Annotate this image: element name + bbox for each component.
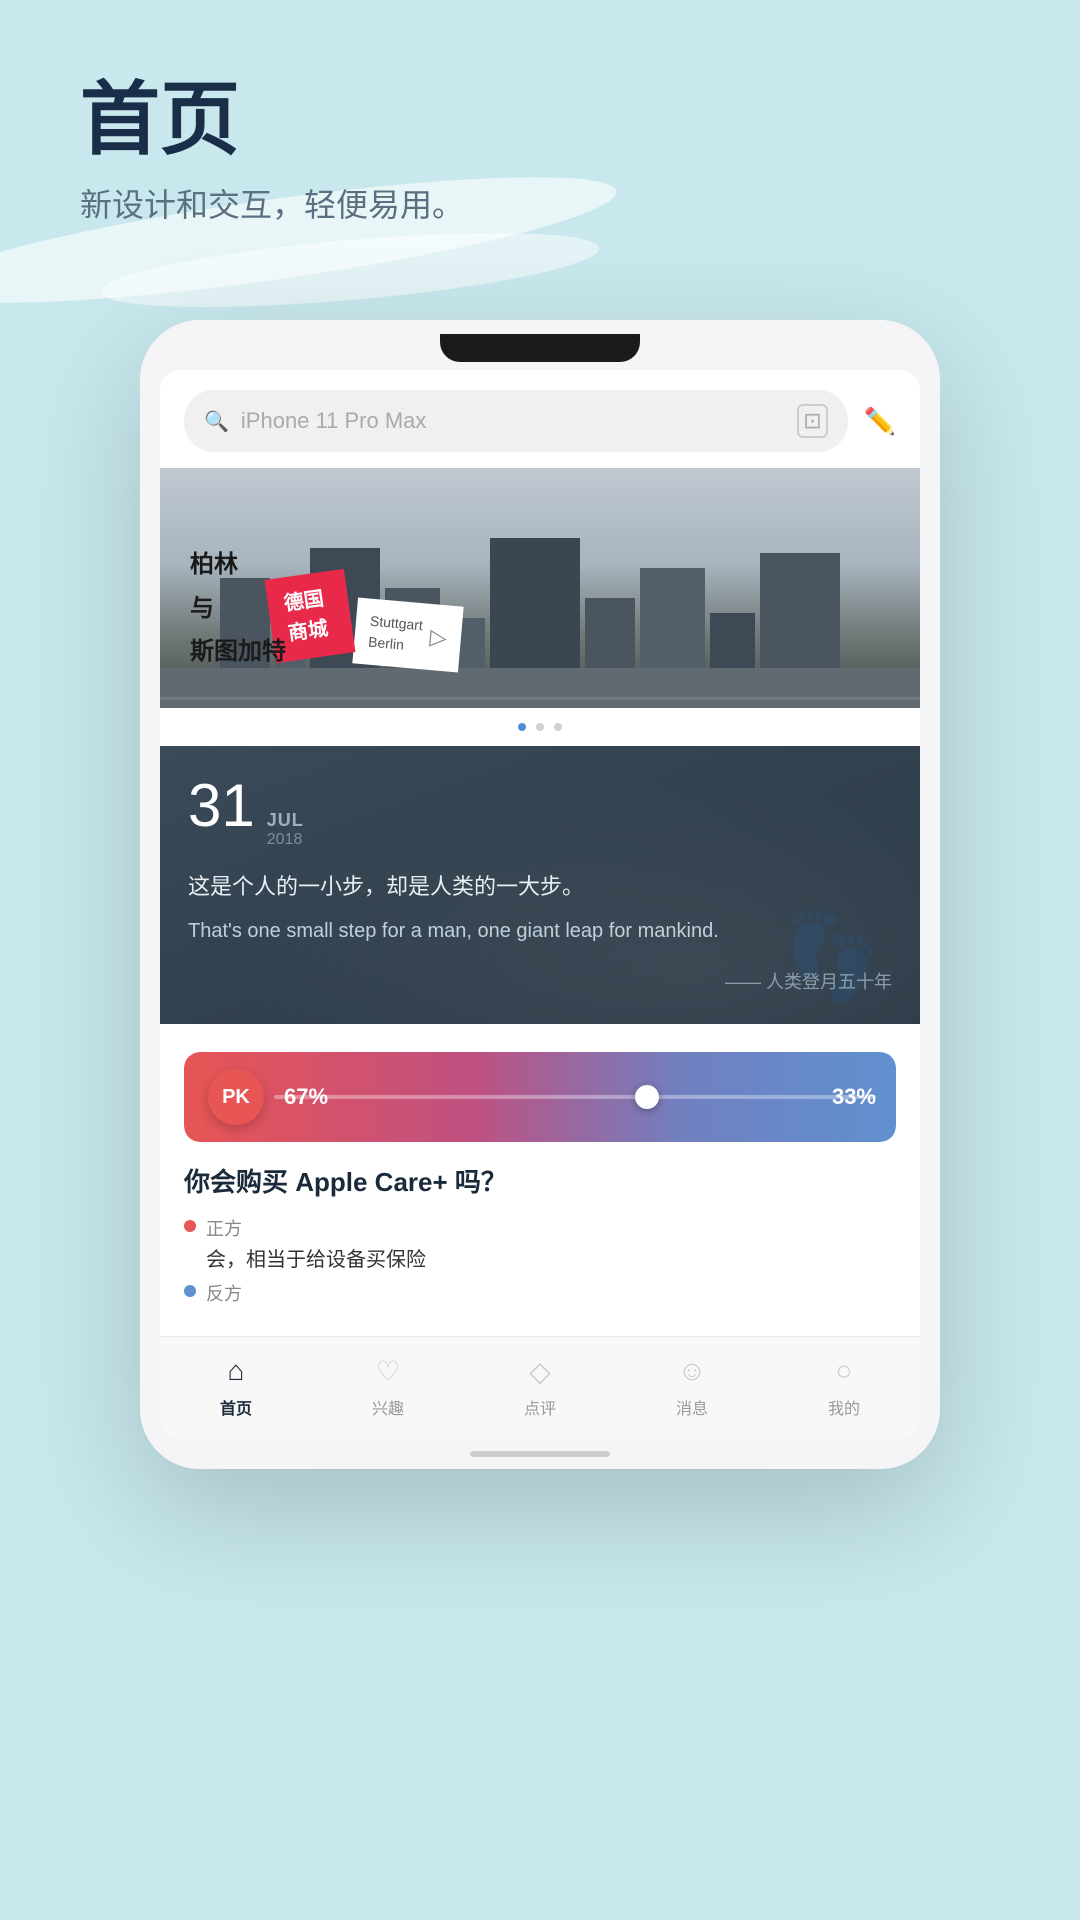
nav-item-review[interactable]: ◇ 点评	[520, 1351, 560, 1419]
nav-label-profile: 我的	[828, 1395, 860, 1419]
pk-slider-thumb[interactable]	[635, 1085, 659, 1109]
pk-dot-negative	[184, 1285, 196, 1297]
nav-item-profile[interactable]: ○ 我的	[824, 1351, 864, 1419]
postcard-red-text: 德国商城	[282, 583, 338, 649]
pk-side-positive-content: 正方 会，相当于给设备买保险	[206, 1215, 426, 1272]
arrow-icon: ▷	[429, 624, 448, 651]
banner-area[interactable]: 德国商城 StuttgartBerlin ▷ 柏林与斯图加特	[160, 468, 920, 708]
postcard-white: StuttgartBerlin ▷	[352, 598, 463, 673]
quote-text-english: That's one small step for a man, one gia…	[188, 914, 892, 948]
quote-year: 2018	[267, 831, 304, 849]
quote-card[interactable]: 👣 31 JUL 2018 这是个人的一小步，却是人类的一大步。 That's …	[160, 746, 920, 1024]
quote-date-row: 31 JUL 2018	[188, 776, 892, 849]
pk-side-negative: 反方	[184, 1280, 896, 1308]
nav-item-home[interactable]: ⌂ 首页	[216, 1351, 256, 1419]
interest-icon: ♡	[368, 1351, 408, 1391]
quote-source: —— 人类登月五十年	[188, 968, 892, 994]
nav-item-interest[interactable]: ♡ 兴趣	[368, 1351, 408, 1419]
pk-side-positive: 正方 会，相当于给设备买保险	[184, 1215, 896, 1272]
pk-card[interactable]: PK 67% 33% 你会购买 Apple Care+ 吗？ 正方 会，相当于给…	[160, 1028, 920, 1336]
review-icon: ◇	[520, 1351, 560, 1391]
banner-chinese-text: 柏林与斯图加特	[190, 543, 286, 673]
header-area: 首页 新设计和交互，轻便易用。	[80, 80, 464, 226]
search-input-placeholder[interactable]: iPhone 11 Pro Max	[241, 408, 785, 434]
scan-icon[interactable]: ⊡	[797, 404, 827, 438]
pk-bar-container: PK 67% 33%	[184, 1052, 896, 1142]
phone-inner: 🔍 iPhone 11 Pro Max ⊡ ✏️	[160, 370, 920, 1439]
pk-dot-positive	[184, 1220, 196, 1232]
profile-icon: ○	[824, 1351, 864, 1391]
home-icon: ⌂	[216, 1351, 256, 1391]
dot-1	[536, 723, 544, 731]
page-title: 首页	[80, 80, 464, 160]
nav-label-review: 点评	[524, 1395, 556, 1419]
nav-label-message: 消息	[676, 1395, 708, 1419]
pk-side-negative-content: 反方	[206, 1280, 242, 1308]
pk-positive-content: 会，相当于给设备买保险	[206, 1243, 426, 1272]
pk-question: 你会购买 Apple Care+ 吗？	[184, 1162, 896, 1199]
phone-bottom-bar	[140, 1439, 940, 1469]
nav-item-message[interactable]: ☺ 消息	[672, 1351, 712, 1419]
pk-badge: PK	[208, 1069, 264, 1125]
quote-text-chinese: 这是个人的一小步，却是人类的一大步。	[188, 869, 892, 904]
phone-notch	[440, 334, 640, 362]
edit-icon[interactable]: ✏️	[864, 406, 896, 437]
home-indicator	[470, 1451, 610, 1457]
quote-month: JUL	[267, 810, 304, 831]
page-subtitle: 新设计和交互，轻便易用。	[80, 180, 464, 226]
nav-label-home: 首页	[220, 1395, 252, 1419]
dot-active	[518, 723, 526, 731]
dot-2	[554, 723, 562, 731]
dots-indicator	[160, 708, 920, 746]
phone-mockup: 🔍 iPhone 11 Pro Max ⊡ ✏️	[140, 320, 940, 1469]
postcard-white-text: StuttgartBerlin	[367, 611, 423, 657]
search-area: 🔍 iPhone 11 Pro Max ⊡ ✏️	[160, 370, 920, 468]
search-icon: 🔍	[204, 409, 229, 434]
nav-label-interest: 兴趣	[372, 1395, 404, 1419]
phone-top-bar	[140, 320, 940, 370]
message-icon: ☺	[672, 1351, 712, 1391]
bottom-nav: ⌂ 首页 ♡ 兴趣 ◇ 点评 ☺ 消息 ○ 我的	[160, 1336, 920, 1439]
pk-positive-label: 正方	[206, 1215, 426, 1241]
pk-negative-label: 反方	[206, 1280, 242, 1306]
quote-day: 31	[188, 776, 255, 836]
banner-image: 德国商城 StuttgartBerlin ▷ 柏林与斯图加特	[160, 468, 920, 708]
search-bar[interactable]: 🔍 iPhone 11 Pro Max ⊡	[184, 390, 848, 452]
pk-slider-line	[274, 1095, 876, 1099]
quote-month-year: JUL 2018	[267, 810, 304, 849]
